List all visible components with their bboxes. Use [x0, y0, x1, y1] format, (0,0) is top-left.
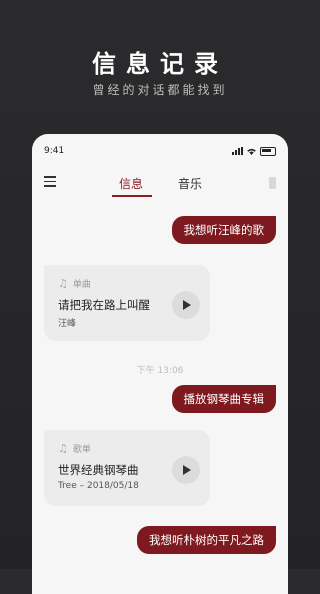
active-tab-indicator	[112, 195, 152, 197]
card-title: 请把我在路上叫醒	[58, 298, 150, 312]
playlist-card[interactable]: ♫ 歌单 世界经典钢琴曲 Tree – 2018/05/18	[44, 430, 210, 506]
tab-messages[interactable]: 信息	[119, 175, 143, 192]
message-timestamp: 下午 13:06	[136, 366, 184, 376]
phone-screen: 9:41 信息 音乐 我想听汪峰的歌 ♫ 单曲 请把我在路上叫醒 汪峰 下午 1…	[32, 134, 288, 594]
nav-action-icon[interactable]	[269, 177, 276, 189]
user-message: 我想听朴树的平凡之路	[137, 526, 276, 554]
music-note-icon: ♫	[58, 277, 68, 290]
tab-music[interactable]: 音乐	[178, 175, 202, 192]
status-bar: 9:41	[44, 144, 276, 158]
promo-subtitle: 曾经的对话都能找到	[92, 83, 228, 97]
user-message: 播放钢琴曲专辑	[171, 385, 276, 413]
battery-icon	[260, 146, 276, 156]
card-type: 歌单	[72, 445, 91, 455]
top-navbar: 信息 音乐	[32, 168, 288, 198]
card-meta: Tree – 2018/05/18	[58, 481, 139, 491]
music-note-icon: ♫	[58, 442, 68, 455]
song-card[interactable]: ♫ 单曲 请把我在路上叫醒 汪峰	[44, 265, 210, 341]
card-type: 单曲	[72, 280, 91, 290]
user-message: 我想听汪峰的歌	[171, 216, 276, 244]
play-icon[interactable]	[172, 291, 200, 319]
wifi-icon	[247, 148, 256, 155]
card-artist: 汪峰	[58, 319, 77, 329]
status-time: 9:41	[44, 146, 65, 156]
signal-icon	[232, 147, 243, 155]
menu-icon[interactable]	[44, 176, 56, 190]
play-icon[interactable]	[172, 456, 200, 484]
card-title: 世界经典钢琴曲	[58, 463, 139, 477]
promo-title: 信息记录	[92, 50, 228, 78]
